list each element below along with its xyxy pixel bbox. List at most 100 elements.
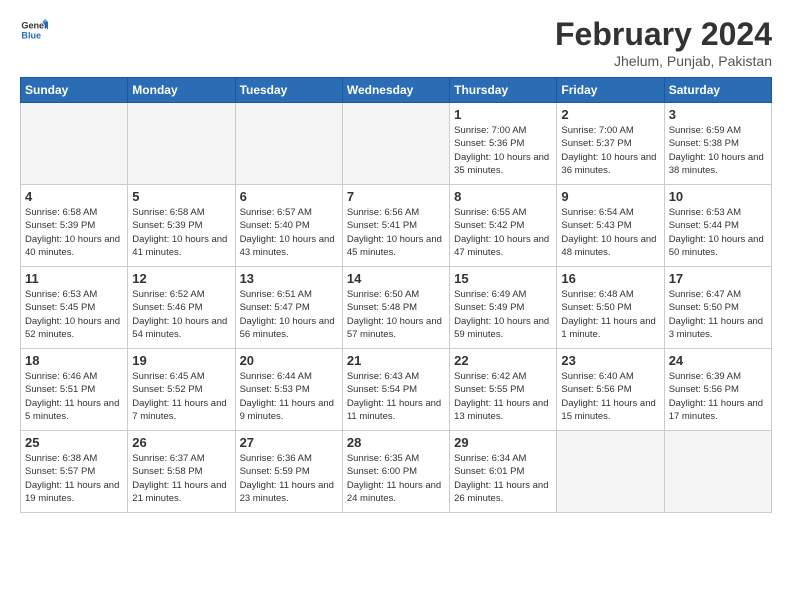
table-row: 10Sunrise: 6:53 AM Sunset: 5:44 PM Dayli… <box>664 185 771 267</box>
day-number: 3 <box>669 107 767 122</box>
main-container: General Blue February 2024 Jhelum, Punja… <box>0 0 792 523</box>
day-info: Sunrise: 6:43 AM Sunset: 5:54 PM Dayligh… <box>347 370 445 423</box>
day-info: Sunrise: 6:36 AM Sunset: 5:59 PM Dayligh… <box>240 452 338 505</box>
title-block: February 2024 Jhelum, Punjab, Pakistan <box>555 16 772 69</box>
table-row: 24Sunrise: 6:39 AM Sunset: 5:56 PM Dayli… <box>664 349 771 431</box>
day-info: Sunrise: 6:48 AM Sunset: 5:50 PM Dayligh… <box>561 288 659 341</box>
table-row <box>235 103 342 185</box>
day-info: Sunrise: 6:50 AM Sunset: 5:48 PM Dayligh… <box>347 288 445 341</box>
table-row: 26 Sunrise: 6:37 AM Sunset: 5:58 PM Dayli… <box>128 431 235 513</box>
day-number: 13 <box>240 271 338 286</box>
calendar-week-row: 1Sunrise: 7:00 AM Sunset: 5:36 PM Daylig… <box>21 103 772 185</box>
table-row: 7 Sunrise: 6:56 AM Sunset: 5:41 PM Daylig… <box>342 185 449 267</box>
svg-text:Blue: Blue <box>21 30 41 40</box>
day-number: 26 <box>132 435 230 450</box>
table-row <box>664 431 771 513</box>
header-monday: Monday <box>128 78 235 103</box>
day-info: Sunrise: 6:35 AM Sunset: 6:00 PM Dayligh… <box>347 452 445 505</box>
day-number: 24 <box>669 353 767 368</box>
table-row: 13 Sunrise: 6:51 AM Sunset: 5:47 PM Dayli… <box>235 267 342 349</box>
header-wednesday: Wednesday <box>342 78 449 103</box>
day-number: 29 <box>454 435 552 450</box>
calendar-week-row: 11 Sunrise: 6:53 AM Sunset: 5:45 PM Dayli… <box>21 267 772 349</box>
table-row <box>342 103 449 185</box>
day-info: Sunrise: 6:47 AM Sunset: 5:50 PM Dayligh… <box>669 288 767 341</box>
location: Jhelum, Punjab, Pakistan <box>555 53 772 69</box>
day-info: Sunrise: 6:37 AM Sunset: 5:58 PM Dayligh… <box>132 452 230 505</box>
day-number: 11 <box>25 271 123 286</box>
table-row: 18Sunrise: 6:46 AM Sunset: 5:51 PM Dayli… <box>21 349 128 431</box>
table-row: 27 Sunrise: 6:36 AM Sunset: 5:59 PM Dayli… <box>235 431 342 513</box>
day-info: Sunrise: 6:51 AM Sunset: 5:47 PM Dayligh… <box>240 288 338 341</box>
day-number: 17 <box>669 271 767 286</box>
table-row: 28 Sunrise: 6:35 AM Sunset: 6:00 PM Dayli… <box>342 431 449 513</box>
day-info: Sunrise: 6:54 AM Sunset: 5:43 PM Dayligh… <box>561 206 659 259</box>
table-row: 23 Sunrise: 6:40 AM Sunset: 5:56 PM Dayli… <box>557 349 664 431</box>
day-number: 22 <box>454 353 552 368</box>
table-row <box>21 103 128 185</box>
day-number: 19 <box>132 353 230 368</box>
table-row: 15Sunrise: 6:49 AM Sunset: 5:49 PM Dayli… <box>450 267 557 349</box>
day-info: Sunrise: 6:52 AM Sunset: 5:46 PM Dayligh… <box>132 288 230 341</box>
day-number: 14 <box>347 271 445 286</box>
header-sunday: Sunday <box>21 78 128 103</box>
day-number: 4 <box>25 189 123 204</box>
header-tuesday: Tuesday <box>235 78 342 103</box>
day-info: Sunrise: 6:45 AM Sunset: 5:52 PM Dayligh… <box>132 370 230 423</box>
logo-icon: General Blue <box>20 16 48 44</box>
table-row: 3 Sunrise: 6:59 AM Sunset: 5:38 PM Daylig… <box>664 103 771 185</box>
table-row: 9Sunrise: 6:54 AM Sunset: 5:43 PM Daylig… <box>557 185 664 267</box>
day-number: 7 <box>347 189 445 204</box>
day-number: 10 <box>669 189 767 204</box>
table-row: 20 Sunrise: 6:44 AM Sunset: 5:53 PM Dayli… <box>235 349 342 431</box>
day-number: 15 <box>454 271 552 286</box>
day-number: 6 <box>240 189 338 204</box>
table-row: 5 Sunrise: 6:58 AM Sunset: 5:39 PM Daylig… <box>128 185 235 267</box>
day-number: 21 <box>347 353 445 368</box>
day-info: Sunrise: 6:38 AM Sunset: 5:57 PM Dayligh… <box>25 452 123 505</box>
day-number: 25 <box>25 435 123 450</box>
day-info: Sunrise: 6:59 AM Sunset: 5:38 PM Dayligh… <box>669 124 767 177</box>
month-title: February 2024 <box>555 16 772 53</box>
table-row: 16 Sunrise: 6:48 AM Sunset: 5:50 PM Dayli… <box>557 267 664 349</box>
day-info: Sunrise: 6:46 AM Sunset: 5:51 PM Dayligh… <box>25 370 123 423</box>
logo: General Blue <box>20 16 48 44</box>
day-number: 12 <box>132 271 230 286</box>
day-info: Sunrise: 6:42 AM Sunset: 5:55 PM Dayligh… <box>454 370 552 423</box>
table-row: 12 Sunrise: 6:52 AM Sunset: 5:46 PM Dayli… <box>128 267 235 349</box>
table-row: 6 Sunrise: 6:57 AM Sunset: 5:40 PM Daylig… <box>235 185 342 267</box>
table-row: 22 Sunrise: 6:42 AM Sunset: 5:55 PM Dayli… <box>450 349 557 431</box>
day-number: 23 <box>561 353 659 368</box>
table-row: 4 Sunrise: 6:58 AM Sunset: 5:39 PM Daylig… <box>21 185 128 267</box>
table-row: 19 Sunrise: 6:45 AM Sunset: 5:52 PM Dayli… <box>128 349 235 431</box>
day-info: Sunrise: 6:53 AM Sunset: 5:45 PM Dayligh… <box>25 288 123 341</box>
day-number: 1 <box>454 107 552 122</box>
day-info: Sunrise: 6:44 AM Sunset: 5:53 PM Dayligh… <box>240 370 338 423</box>
calendar-header-row: Sunday Monday Tuesday Wednesday Thursday… <box>21 78 772 103</box>
day-info: Sunrise: 6:58 AM Sunset: 5:39 PM Dayligh… <box>132 206 230 259</box>
day-number: 5 <box>132 189 230 204</box>
day-number: 20 <box>240 353 338 368</box>
calendar-week-row: 25 Sunrise: 6:38 AM Sunset: 5:57 PM Dayli… <box>21 431 772 513</box>
day-number: 8 <box>454 189 552 204</box>
table-row: 8 Sunrise: 6:55 AM Sunset: 5:42 PM Daylig… <box>450 185 557 267</box>
day-info: Sunrise: 6:57 AM Sunset: 5:40 PM Dayligh… <box>240 206 338 259</box>
table-row: 25 Sunrise: 6:38 AM Sunset: 5:57 PM Dayli… <box>21 431 128 513</box>
table-row <box>557 431 664 513</box>
day-number: 28 <box>347 435 445 450</box>
day-info: Sunrise: 6:40 AM Sunset: 5:56 PM Dayligh… <box>561 370 659 423</box>
day-number: 16 <box>561 271 659 286</box>
table-row: 17 Sunrise: 6:47 AM Sunset: 5:50 PM Dayli… <box>664 267 771 349</box>
table-row: 21 Sunrise: 6:43 AM Sunset: 5:54 PM Dayli… <box>342 349 449 431</box>
day-info: Sunrise: 6:34 AM Sunset: 6:01 PM Dayligh… <box>454 452 552 505</box>
header-saturday: Saturday <box>664 78 771 103</box>
table-row: 2Sunrise: 7:00 AM Sunset: 5:37 PM Daylig… <box>557 103 664 185</box>
table-row: 14 Sunrise: 6:50 AM Sunset: 5:48 PM Dayli… <box>342 267 449 349</box>
header-friday: Friday <box>557 78 664 103</box>
day-info: Sunrise: 6:55 AM Sunset: 5:42 PM Dayligh… <box>454 206 552 259</box>
day-info: Sunrise: 6:58 AM Sunset: 5:39 PM Dayligh… <box>25 206 123 259</box>
day-info: Sunrise: 6:56 AM Sunset: 5:41 PM Dayligh… <box>347 206 445 259</box>
day-number: 27 <box>240 435 338 450</box>
calendar-week-row: 18Sunrise: 6:46 AM Sunset: 5:51 PM Dayli… <box>21 349 772 431</box>
table-row <box>128 103 235 185</box>
